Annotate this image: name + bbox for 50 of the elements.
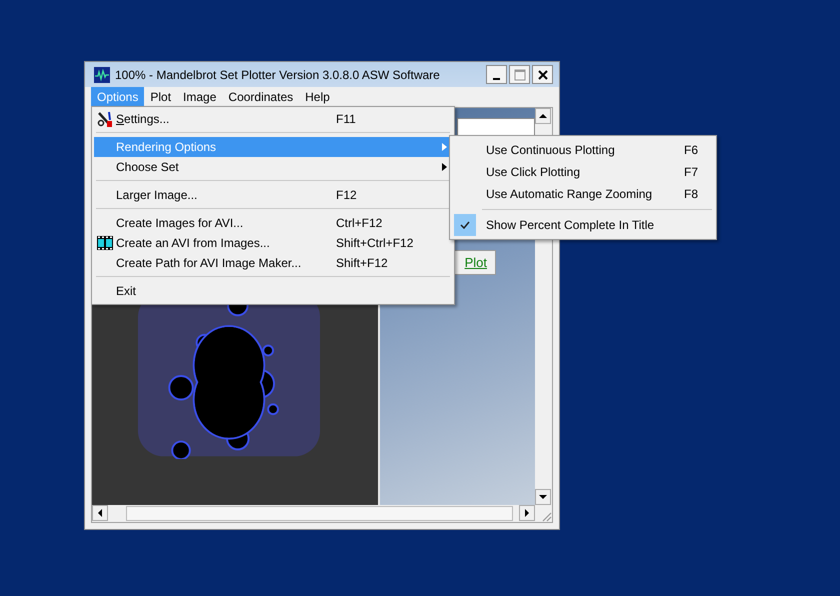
menu-entry-label: Create Path for AVI Image Maker... [116,256,302,270]
menu-entry-label: Create an AVI from Images... [116,236,271,250]
shortcut-label: F6 [684,143,698,157]
menu-entry[interactable]: Create an AVI from Images... Shift+Ctrl+F12 [94,233,452,253]
film-strip-icon [97,235,113,251]
menu-entry[interactable]: Use Click Plotting F7 [452,161,714,183]
menu-entry-label: Show Percent Complete In Title [486,218,656,232]
window-title: 100% - Mandelbrot Set Plotter Version 3.0.8.0 ASW Software [115,68,441,82]
menu-entry[interactable]: Create Images for AVI... Ctrl+F12 [94,213,452,233]
shortcut-label: F11 [336,112,356,126]
menu-entry-label: Exit [116,284,138,298]
menu-entry[interactable]: Show Percent Complete In Title [452,214,714,236]
waveform-icon [94,66,110,82]
scroll-thumb[interactable] [126,506,513,521]
menu-entry-label: Choose Set [116,160,180,174]
menu-entry[interactable]: Larger Image... F12 [94,185,452,205]
menu-entry-label: Use Click Plotting [486,165,582,179]
horizontal-scrollbar[interactable] [92,505,535,522]
shortcut-label: Shift+F12 [336,256,388,270]
close-icon [536,68,548,80]
shortcut-label: F7 [684,165,698,179]
maximize-icon [514,68,526,80]
wrench-icon [97,111,113,127]
menu-item[interactable]: Plot [144,87,178,107]
close-button[interactable] [532,65,553,84]
menu-entry[interactable]: Use Continuous Plotting F6 [452,139,714,161]
scroll-down-icon[interactable] [535,489,551,505]
shortcut-label: Ctrl+F12 [336,216,382,230]
menu-entry-label: Use Automatic Range Zooming [486,187,654,201]
menu-entry[interactable]: Settings... F11 [94,109,452,129]
menu-item[interactable]: Image [177,87,222,107]
menu-entry[interactable]: Exit [94,281,452,301]
menu-entry-label: Use Continuous Plotting [486,143,616,157]
menu-entry-label: Create Images for AVI... [116,216,244,230]
minimize-button[interactable] [486,65,507,84]
menu-entry[interactable]: Choose Set [94,157,452,177]
menu-entry[interactable]: Use Automatic Range Zooming F8 [452,183,714,205]
menu-entry-label: Larger Image... [116,188,198,202]
scroll-right-icon[interactable] [519,505,535,521]
scroll-up-icon[interactable] [535,108,551,124]
menu-item[interactable]: Help [299,87,336,107]
menu-entry-label: Rendering Options [116,140,218,154]
shortcut-label: Shift+Ctrl+F12 [336,236,414,250]
shortcut-label: F8 [684,187,698,201]
scroll-left-icon[interactable] [92,505,108,521]
shortcut-label: F12 [336,188,357,202]
minimize-icon [493,78,500,80]
resize-grip-icon[interactable] [540,510,552,522]
menu-entry-label: Settings... [116,112,170,126]
menu-item[interactable]: Coordinates [222,87,300,107]
